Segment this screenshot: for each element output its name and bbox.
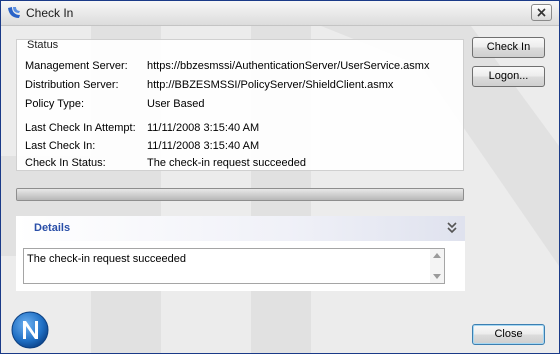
scroll-up-icon[interactable] bbox=[433, 253, 441, 258]
window-title: Check In bbox=[26, 6, 74, 20]
last-check-in-value: 11/11/2008 3:15:40 AM bbox=[147, 140, 260, 152]
title-bar[interactable]: Check In bbox=[1, 1, 559, 26]
check-in-status-value: The check-in request succeeded bbox=[147, 157, 306, 169]
management-server-label: Management Server: bbox=[25, 60, 128, 72]
logon-button[interactable]: Logon... bbox=[472, 66, 545, 87]
app-check-icon bbox=[6, 5, 22, 21]
details-textbox[interactable]: The check-in request succeeded bbox=[23, 248, 445, 284]
close-window-button[interactable] bbox=[531, 4, 552, 21]
last-check-in-attempt-value: 11/11/2008 3:15:40 AM bbox=[147, 122, 260, 134]
details-title: Details bbox=[34, 222, 71, 234]
check-in-progress-bar bbox=[16, 188, 464, 201]
details-scrollbar[interactable] bbox=[430, 249, 444, 283]
last-check-in-label: Last Check In: bbox=[25, 140, 96, 152]
progress-fill bbox=[17, 189, 463, 200]
status-group: Status Management Server: https://bbzesm… bbox=[16, 39, 464, 171]
check-in-status-label: Check In Status: bbox=[25, 157, 106, 169]
policy-type-label: Policy Type: bbox=[25, 98, 85, 110]
scroll-down-icon[interactable] bbox=[433, 274, 441, 279]
policy-type-value: User Based bbox=[147, 98, 205, 110]
details-text: The check-in request succeeded bbox=[27, 253, 186, 265]
last-check-in-attempt-label: Last Check In Attempt: bbox=[25, 122, 136, 134]
close-button[interactable]: Close bbox=[472, 324, 545, 345]
distribution-server-value: http://BBZESMSSI/PolicyServer/ShieldClie… bbox=[147, 79, 394, 91]
management-server-value: https://bbzesmssi/AuthenticationServer/U… bbox=[147, 60, 430, 72]
n-logo-icon bbox=[11, 311, 49, 349]
status-legend: Status bbox=[27, 39, 59, 51]
close-icon bbox=[537, 8, 546, 17]
check-in-window: Check In Status Management Server: https… bbox=[0, 0, 560, 354]
check-in-button[interactable]: Check In bbox=[472, 37, 545, 58]
distribution-server-label: Distribution Server: bbox=[25, 79, 119, 91]
chevron-double-down-icon[interactable] bbox=[447, 222, 457, 237]
details-panel: The check-in request succeeded bbox=[16, 241, 465, 291]
details-header[interactable]: Details bbox=[16, 216, 465, 241]
